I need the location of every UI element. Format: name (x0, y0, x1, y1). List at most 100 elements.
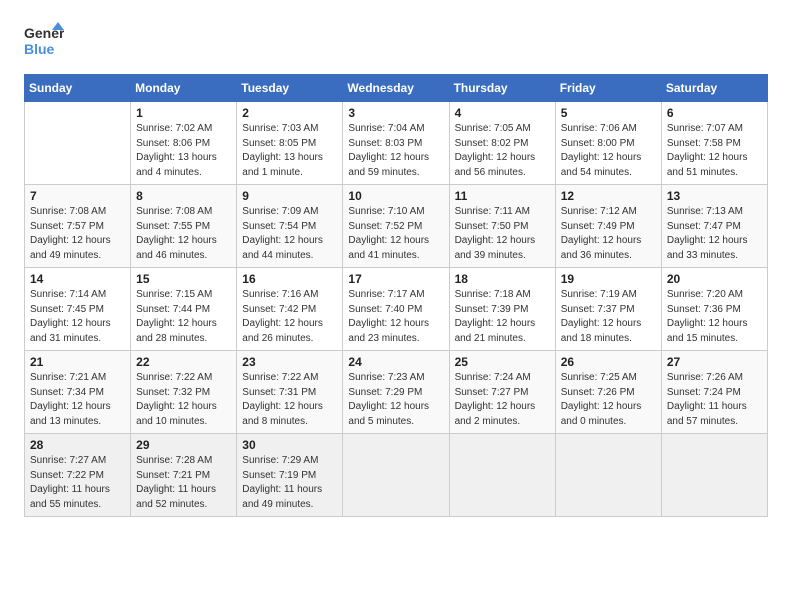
day-info: Sunrise: 7:06 AMSunset: 8:00 PMDaylight:… (561, 122, 656, 180)
day-number: 7 (30, 189, 125, 203)
calendar-cell: 7 Sunrise: 7:08 AMSunset: 7:57 PMDaylight… (25, 185, 131, 268)
day-number: 24 (348, 355, 443, 369)
day-info: Sunrise: 7:03 AMSunset: 8:05 PMDaylight:… (242, 122, 337, 180)
calendar-cell: 17 Sunrise: 7:17 AMSunset: 7:40 PMDayligh… (343, 268, 449, 351)
day-info: Sunrise: 7:18 AMSunset: 7:39 PMDaylight:… (455, 288, 550, 346)
day-number: 28 (30, 438, 125, 452)
calendar-cell: 28 Sunrise: 7:27 AMSunset: 7:22 PMDayligh… (25, 434, 131, 517)
calendar-cell (25, 102, 131, 185)
day-number: 29 (136, 438, 231, 452)
day-info: Sunrise: 7:08 AMSunset: 7:57 PMDaylight:… (30, 205, 125, 263)
day-info: Sunrise: 7:22 AMSunset: 7:32 PMDaylight:… (136, 371, 231, 429)
day-info: Sunrise: 7:07 AMSunset: 7:58 PMDaylight:… (667, 122, 762, 180)
calendar-cell: 9 Sunrise: 7:09 AMSunset: 7:54 PMDaylight… (237, 185, 343, 268)
calendar-cell: 14 Sunrise: 7:14 AMSunset: 7:45 PMDayligh… (25, 268, 131, 351)
day-number: 16 (242, 272, 337, 286)
day-info: Sunrise: 7:08 AMSunset: 7:55 PMDaylight:… (136, 205, 231, 263)
calendar-cell: 25Sunrise: 7:24 AMSunset: 7:27 PMDayligh… (449, 351, 555, 434)
day-info: Sunrise: 7:04 AMSunset: 8:03 PMDaylight:… (348, 122, 443, 180)
calendar-cell: 8 Sunrise: 7:08 AMSunset: 7:55 PMDaylight… (131, 185, 237, 268)
day-number: 12 (561, 189, 656, 203)
calendar-cell (661, 434, 767, 517)
day-info: Sunrise: 7:19 AMSunset: 7:37 PMDaylight:… (561, 288, 656, 346)
calendar-cell: 24Sunrise: 7:23 AMSunset: 7:29 PMDayligh… (343, 351, 449, 434)
calendar-week-row: 14 Sunrise: 7:14 AMSunset: 7:45 PMDayligh… (25, 268, 768, 351)
day-number: 22 (136, 355, 231, 369)
calendar-body: 1 Sunrise: 7:02 AMSunset: 8:06 PMDaylight… (25, 102, 768, 517)
day-number: 3 (348, 106, 443, 120)
calendar-cell: 10 Sunrise: 7:10 AMSunset: 7:52 PMDayligh… (343, 185, 449, 268)
day-info: Sunrise: 7:05 AMSunset: 8:02 PMDaylight:… (455, 122, 550, 180)
calendar-cell: 19 Sunrise: 7:19 AMSunset: 7:37 PMDayligh… (555, 268, 661, 351)
day-info: Sunrise: 7:22 AMSunset: 7:31 PMDaylight:… (242, 371, 337, 429)
calendar-cell: 21 Sunrise: 7:21 AMSunset: 7:34 PMDayligh… (25, 351, 131, 434)
calendar-cell: 15 Sunrise: 7:15 AMSunset: 7:44 PMDayligh… (131, 268, 237, 351)
calendar-cell: 27 Sunrise: 7:26 AMSunset: 7:24 PMDayligh… (661, 351, 767, 434)
day-info: Sunrise: 7:02 AMSunset: 8:06 PMDaylight:… (136, 122, 231, 180)
day-info: Sunrise: 7:10 AMSunset: 7:52 PMDaylight:… (348, 205, 443, 263)
day-info: Sunrise: 7:21 AMSunset: 7:34 PMDaylight:… (30, 371, 125, 429)
day-number: 10 (348, 189, 443, 203)
day-number: 13 (667, 189, 762, 203)
day-number: 6 (667, 106, 762, 120)
day-info: Sunrise: 7:29 AMSunset: 7:19 PMDaylight:… (242, 454, 337, 512)
day-number: 20 (667, 272, 762, 286)
day-info: Sunrise: 7:13 AMSunset: 7:47 PMDaylight:… (667, 205, 762, 263)
calendar-cell: 26 Sunrise: 7:25 AMSunset: 7:26 PMDayligh… (555, 351, 661, 434)
calendar-header: Sunday Monday Tuesday Wednesday Thursday… (25, 75, 768, 102)
calendar-week-row: 7 Sunrise: 7:08 AMSunset: 7:57 PMDaylight… (25, 185, 768, 268)
day-info: Sunrise: 7:28 AMSunset: 7:21 PMDaylight:… (136, 454, 231, 512)
calendar-week-row: 28 Sunrise: 7:27 AMSunset: 7:22 PMDayligh… (25, 434, 768, 517)
day-number: 18 (455, 272, 550, 286)
day-number: 30 (242, 438, 337, 452)
calendar-cell: 23 Sunrise: 7:22 AMSunset: 7:31 PMDayligh… (237, 351, 343, 434)
day-info: Sunrise: 7:26 AMSunset: 7:24 PMDaylight:… (667, 371, 762, 429)
day-number: 15 (136, 272, 231, 286)
day-info: Sunrise: 7:11 AMSunset: 7:50 PMDaylight:… (455, 205, 550, 263)
calendar-cell: 30 Sunrise: 7:29 AMSunset: 7:19 PMDayligh… (237, 434, 343, 517)
day-number: 9 (242, 189, 337, 203)
calendar-week-row: 1 Sunrise: 7:02 AMSunset: 8:06 PMDaylight… (25, 102, 768, 185)
day-number: 11 (455, 189, 550, 203)
col-wednesday: Wednesday (343, 75, 449, 102)
day-number: 25 (455, 355, 550, 369)
day-number: 4 (455, 106, 550, 120)
page-header: General Blue (24, 20, 768, 64)
col-saturday: Saturday (661, 75, 767, 102)
calendar-cell: 29 Sunrise: 7:28 AMSunset: 7:21 PMDayligh… (131, 434, 237, 517)
header-row: Sunday Monday Tuesday Wednesday Thursday… (25, 75, 768, 102)
day-number: 19 (561, 272, 656, 286)
day-info: Sunrise: 7:14 AMSunset: 7:45 PMDaylight:… (30, 288, 125, 346)
calendar-cell (343, 434, 449, 517)
day-info: Sunrise: 7:09 AMSunset: 7:54 PMDaylight:… (242, 205, 337, 263)
day-number: 23 (242, 355, 337, 369)
svg-text:Blue: Blue (24, 41, 55, 57)
day-info: Sunrise: 7:15 AMSunset: 7:44 PMDaylight:… (136, 288, 231, 346)
day-number: 17 (348, 272, 443, 286)
calendar-week-row: 21 Sunrise: 7:21 AMSunset: 7:34 PMDayligh… (25, 351, 768, 434)
logo-svg: General Blue (24, 20, 64, 64)
day-number: 27 (667, 355, 762, 369)
day-number: 1 (136, 106, 231, 120)
col-tuesday: Tuesday (237, 75, 343, 102)
day-number: 14 (30, 272, 125, 286)
col-friday: Friday (555, 75, 661, 102)
calendar-cell: 20Sunrise: 7:20 AMSunset: 7:36 PMDayligh… (661, 268, 767, 351)
day-number: 8 (136, 189, 231, 203)
day-info: Sunrise: 7:25 AMSunset: 7:26 PMDaylight:… (561, 371, 656, 429)
day-number: 26 (561, 355, 656, 369)
day-info: Sunrise: 7:27 AMSunset: 7:22 PMDaylight:… (30, 454, 125, 512)
calendar-cell: 16Sunrise: 7:16 AMSunset: 7:42 PMDayligh… (237, 268, 343, 351)
calendar-cell: 12 Sunrise: 7:12 AMSunset: 7:49 PMDayligh… (555, 185, 661, 268)
day-info: Sunrise: 7:17 AMSunset: 7:40 PMDaylight:… (348, 288, 443, 346)
col-sunday: Sunday (25, 75, 131, 102)
calendar-cell: 4 Sunrise: 7:05 AMSunset: 8:02 PMDaylight… (449, 102, 555, 185)
day-number: 21 (30, 355, 125, 369)
col-thursday: Thursday (449, 75, 555, 102)
day-info: Sunrise: 7:12 AMSunset: 7:49 PMDaylight:… (561, 205, 656, 263)
calendar-cell (449, 434, 555, 517)
col-monday: Monday (131, 75, 237, 102)
calendar-cell: 13 Sunrise: 7:13 AMSunset: 7:47 PMDayligh… (661, 185, 767, 268)
calendar-cell: 6 Sunrise: 7:07 AMSunset: 7:58 PMDaylight… (661, 102, 767, 185)
calendar-cell: 5Sunrise: 7:06 AMSunset: 8:00 PMDaylight… (555, 102, 661, 185)
